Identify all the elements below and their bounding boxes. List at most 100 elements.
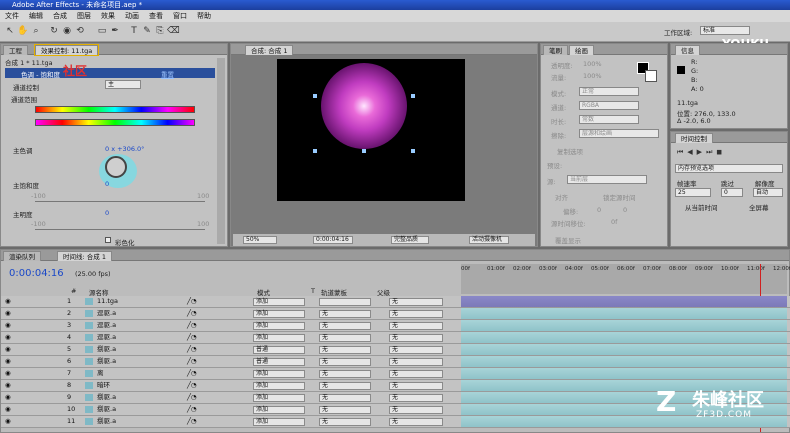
layer-trkmat-select[interactable] <box>319 298 371 306</box>
menu-item[interactable]: 动画 <box>120 10 144 22</box>
channel-control-select[interactable]: 主 <box>105 80 141 89</box>
hue-dial[interactable] <box>105 156 127 178</box>
tab-brush[interactable]: 笔刷 <box>543 45 568 55</box>
layer-parent-select[interactable]: 无 <box>389 346 443 354</box>
layer-row[interactable]: ◉ 7 离 ╱◔ 添加 无 无 <box>1 368 790 380</box>
lightness-slider[interactable] <box>35 229 205 230</box>
colorize-checkbox[interactable] <box>105 237 111 243</box>
visibility-eye-icon[interactable]: ◉ <box>5 404 11 415</box>
brush-tool-icon[interactable]: ✎ <box>141 25 153 37</box>
mode-select[interactable]: 正常 <box>579 87 639 96</box>
effect-row[interactable]: 色调 - 饱和度 重置 <box>5 68 215 79</box>
source-select[interactable]: 当前层 <box>567 175 647 184</box>
opacity-value[interactable]: 100% <box>583 60 602 68</box>
layer-name[interactable]: 暗环 <box>97 380 110 391</box>
layer-row[interactable]: ◉ 3 逗驱.a ╱◔ 添加 无 无 <box>1 320 790 332</box>
layer-trkmat-select[interactable]: 无 <box>319 310 371 318</box>
comp-time-field[interactable]: 0:00:04:16 <box>313 236 353 244</box>
layer-trkmat-select[interactable]: 无 <box>319 346 371 354</box>
fps-select[interactable]: 25 <box>675 188 711 197</box>
eraser-tool-icon[interactable]: ⌫ <box>167 25 180 37</box>
camera-select[interactable]: 活动摄像机 <box>469 236 509 244</box>
from-current-label[interactable]: 从当前时间 <box>685 202 718 212</box>
saturation-value[interactable]: 0 <box>105 180 109 188</box>
tab-composition[interactable]: 合成: 合成 1 <box>245 45 294 55</box>
layer-switches-icon[interactable]: ╱◔ <box>187 320 197 331</box>
layer-row[interactable]: ◉ 5 捌驱.a ╱◔ 普通 无 无 <box>1 344 790 356</box>
layer-switches-icon[interactable]: ╱◔ <box>187 368 197 379</box>
layer-name[interactable]: 捌驱.a <box>97 404 116 415</box>
pen-tool-icon[interactable]: ✒ <box>109 25 121 37</box>
ram-preview-select[interactable]: 内存预览选项 <box>675 164 783 173</box>
menu-item[interactable]: 窗口 <box>168 10 192 22</box>
layer-mode-select[interactable]: 普通 <box>253 346 305 354</box>
layer-handle[interactable] <box>411 94 415 98</box>
resolution-select[interactable]: 自动 <box>753 188 783 197</box>
menu-item[interactable]: 查看 <box>144 10 168 22</box>
visibility-eye-icon[interactable]: ◉ <box>5 416 11 427</box>
layer-switches-icon[interactable]: ╱◔ <box>187 308 197 319</box>
layer-duration-bar[interactable] <box>461 344 787 355</box>
layer-handle[interactable] <box>411 149 415 153</box>
layer-row[interactable]: ◉ 6 捌驱.a ╱◔ 普通 无 无 <box>1 356 790 368</box>
layer-trkmat-select[interactable]: 无 <box>319 370 371 378</box>
layer-row[interactable]: ◉ 2 逗驱.a ╱◔ 添加 无 无 <box>1 308 790 320</box>
camera-tool-icon[interactable]: ◉ <box>61 25 73 37</box>
layer-mode-select[interactable]: 添加 <box>253 310 305 318</box>
tab-time-control[interactable]: 时间控制 <box>675 133 713 143</box>
layer-row[interactable]: ◉ 1 11.tga ╱◔ 添加 无 <box>1 296 790 308</box>
time-ruler[interactable]: 00f 01:00f 02:00f 03:00f 04:00f 05:00f 06:00f 0… <box>461 264 790 432</box>
saturation-slider[interactable] <box>35 201 205 202</box>
visibility-eye-icon[interactable]: ◉ <box>5 356 11 367</box>
layer-trkmat-select[interactable]: 无 <box>319 418 371 426</box>
layer-switches-icon[interactable]: ╱◔ <box>187 404 197 415</box>
layer-handle[interactable] <box>362 149 366 153</box>
orbit-tool-icon[interactable]: ⟲ <box>74 25 86 37</box>
layer-name[interactable]: 捌驱.a <box>97 416 116 427</box>
layer-mode-select[interactable]: 添加 <box>253 394 305 402</box>
text-tool-icon[interactable]: T <box>128 25 140 37</box>
menu-item[interactable]: 帮助 <box>192 10 216 22</box>
layer-duration-bar[interactable] <box>461 296 787 307</box>
layer-switches-icon[interactable]: ╱◔ <box>187 392 197 403</box>
layer-mode-select[interactable]: 添加 <box>253 406 305 414</box>
source-time-value[interactable]: 0f <box>611 218 617 226</box>
channel-select[interactable]: RGBA <box>579 101 639 110</box>
layer-name[interactable]: 逗驱.a <box>97 320 116 331</box>
lightness-value[interactable]: 0 <box>105 209 109 217</box>
layer-switches-icon[interactable]: ╱◔ <box>187 416 197 427</box>
menu-item[interactable]: 合成 <box>48 10 72 22</box>
layer-name[interactable]: 逗驱.a <box>97 332 116 343</box>
layer-name[interactable]: 捌驱.a <box>97 344 116 355</box>
visibility-eye-icon[interactable]: ◉ <box>5 320 11 331</box>
layer-duration-bar[interactable] <box>461 308 787 319</box>
layer-switches-icon[interactable]: ╱◔ <box>187 332 197 343</box>
layer-parent-select[interactable]: 无 <box>389 382 443 390</box>
layer-trkmat-select[interactable]: 无 <box>319 394 371 402</box>
tab-timeline[interactable]: 时间线: 合成 1 <box>57 251 112 261</box>
layer-parent-select[interactable]: 无 <box>389 334 443 342</box>
layer-mode-select[interactable]: 添加 <box>253 298 305 306</box>
layer-duration-bar[interactable] <box>461 368 787 379</box>
layer-switches-icon[interactable]: ╱◔ <box>187 356 197 367</box>
composition-viewer[interactable] <box>277 59 465 201</box>
flow-value[interactable]: 100% <box>583 72 602 80</box>
layer-row[interactable]: ◉ 4 逗驱.a ╱◔ 添加 无 无 <box>1 332 790 344</box>
layer-trkmat-select[interactable]: 无 <box>319 382 371 390</box>
menu-item[interactable]: 文件 <box>0 10 24 22</box>
layer-name[interactable]: 逗驱.a <box>97 308 116 319</box>
layer-mode-select[interactable]: 添加 <box>253 322 305 330</box>
duration-select[interactable]: 常数 <box>579 115 639 124</box>
layer-name[interactable]: 离 <box>97 368 104 379</box>
hue-value[interactable]: 0 x +306.0° <box>105 145 144 153</box>
background-swatch[interactable] <box>645 70 657 82</box>
layer-parent-select[interactable]: 无 <box>389 406 443 414</box>
layer-parent-select[interactable]: 无 <box>389 358 443 366</box>
playback-controls[interactable]: ⏮◀▶⏭◼ <box>677 148 777 156</box>
tab-project[interactable]: 工程 <box>3 45 28 55</box>
workspace-select[interactable]: 标准 <box>700 26 750 35</box>
tab-paint[interactable]: 绘画 <box>569 45 594 55</box>
layer-mode-select[interactable]: 添加 <box>253 370 305 378</box>
layer-trkmat-select[interactable]: 无 <box>319 334 371 342</box>
rotate-tool-icon[interactable]: ↻ <box>48 25 60 37</box>
